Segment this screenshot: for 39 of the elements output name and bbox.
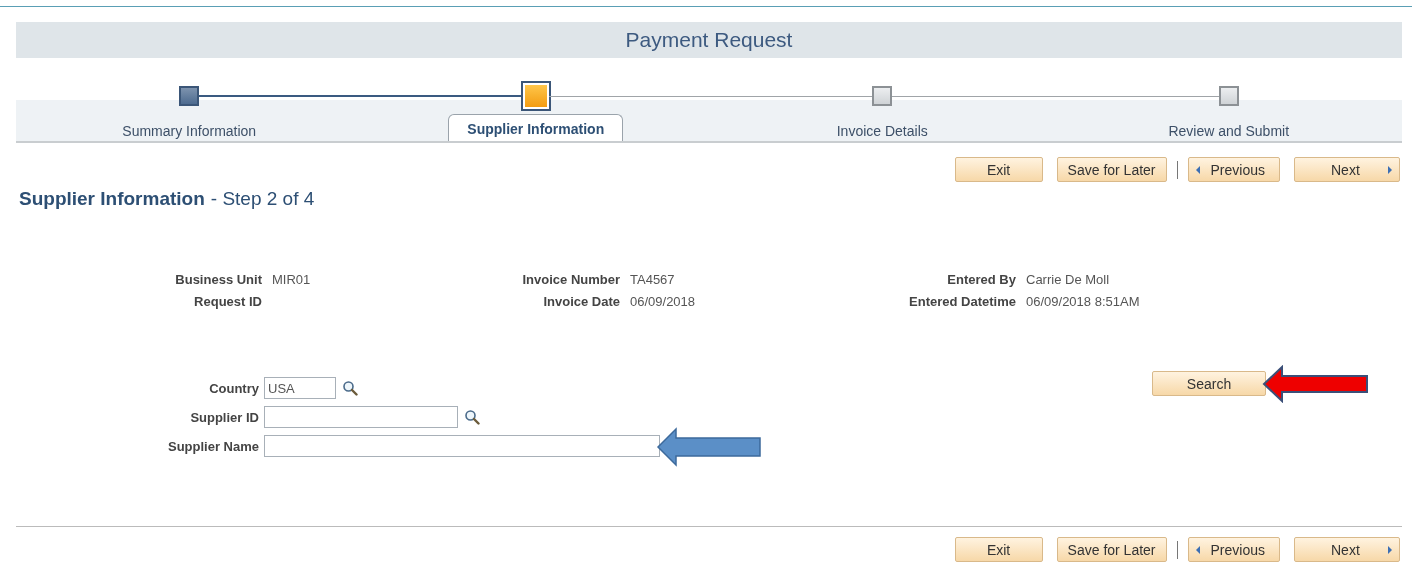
step-tab[interactable]: Summary Information — [103, 116, 276, 143]
nav-button[interactable]: Save for Later — [1056, 157, 1167, 182]
field-label: Entered Datetime — [908, 294, 1016, 309]
search-button[interactable]: Search — [1152, 371, 1266, 396]
field-label: Supplier Name — [166, 438, 259, 454]
nav-button[interactable]: Exit — [954, 537, 1043, 562]
search-icon[interactable] — [342, 380, 358, 396]
input-field[interactable] — [264, 406, 458, 428]
nav-button[interactable]: Exit — [954, 157, 1043, 182]
previous-button[interactable]: Previous — [1187, 537, 1280, 562]
step-indicator: - Step 2 of 4 — [210, 188, 315, 210]
field-label: Business Unit — [174, 272, 262, 287]
field-value: 06/09/2018 — [630, 294, 697, 309]
next-button[interactable]: Next — [1294, 157, 1400, 182]
page-title: Payment Request — [625, 28, 793, 52]
field-value: TA4567 — [630, 272, 676, 287]
field-label: Invoice Number — [521, 272, 620, 287]
caret-right-icon — [1387, 544, 1393, 555]
previous-button[interactable]: Previous — [1187, 157, 1280, 182]
field-label: Country — [208, 380, 259, 396]
step-tab[interactable]: Supplier Information — [448, 114, 624, 141]
caret-right-icon — [1387, 164, 1393, 175]
field-value: Carrie De Moll — [1026, 272, 1111, 287]
section-heading: Supplier Information — [19, 188, 205, 210]
field-label: Entered By — [946, 272, 1016, 287]
field-label: Supplier ID — [189, 409, 259, 425]
field-value: MIR01 — [272, 272, 312, 287]
step-tab[interactable]: Review and Submit — [1149, 116, 1309, 143]
input-field[interactable] — [264, 435, 660, 457]
nav-button[interactable]: Save for Later — [1056, 537, 1167, 562]
step-tab[interactable]: Invoice Details — [817, 116, 947, 143]
caret-left-icon — [1194, 544, 1201, 555]
next-button[interactable]: Next — [1294, 537, 1400, 562]
search-icon[interactable] — [464, 409, 480, 425]
field-label: Request ID — [193, 294, 262, 309]
input-field[interactable]: USA — [264, 377, 336, 399]
field-label: Invoice Date — [542, 294, 620, 309]
caret-left-icon — [1194, 164, 1201, 175]
field-value: 06/09/2018 8:51AM — [1026, 294, 1141, 309]
